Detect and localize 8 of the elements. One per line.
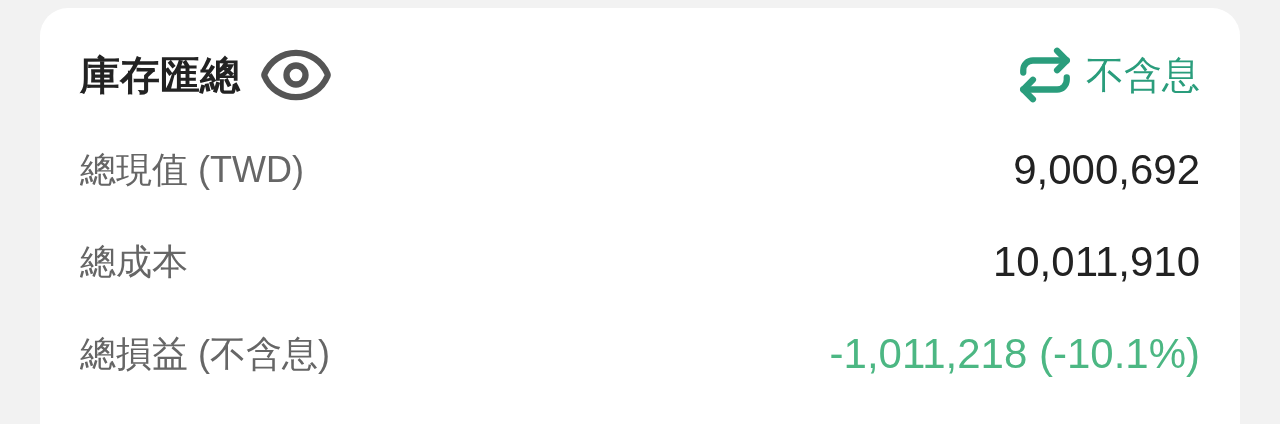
row-value: 10,011,910	[992, 238, 1200, 286]
row-label: 總損益 (不含息)	[80, 331, 330, 376]
row-value: 9,000,692	[1013, 146, 1200, 194]
row-value: -1,011,218 (-10.1%)	[829, 330, 1200, 378]
row-label: 總成本	[80, 239, 188, 284]
dividend-toggle[interactable]: 不含息	[1016, 46, 1200, 104]
card-title: 庫存匯總	[80, 51, 240, 99]
row-label: 總現值 (TWD)	[80, 147, 304, 192]
